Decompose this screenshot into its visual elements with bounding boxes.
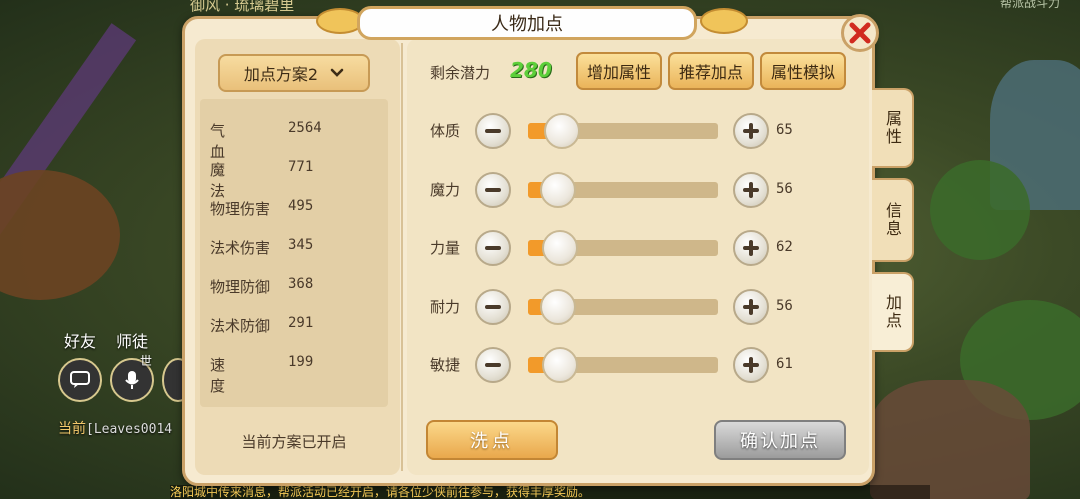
stat-value: 368 [288, 276, 314, 292]
stat-row: 速度 199 [210, 354, 314, 395]
increase-button[interactable] [733, 172, 769, 208]
minus-icon [485, 188, 501, 192]
attribute-value: 62 [776, 239, 793, 255]
stat-value: 771 [288, 159, 314, 175]
world-channel-label: 世 [140, 354, 153, 368]
plan-status-text: 当前方案已开启 [241, 433, 347, 451]
stat-label: 法术防御 [210, 317, 271, 335]
master-label[interactable]: 师徒 [116, 328, 148, 352]
simulate-attributes-button[interactable]: 属性模拟 [760, 52, 846, 90]
plan-dropdown-label: 加点方案2 [243, 65, 319, 84]
stat-row: 物理伤害 495 [210, 198, 313, 220]
chat-line: 当前[Leaves0014 [58, 418, 172, 438]
tab-attributes[interactable]: 属性 [872, 88, 914, 168]
minus-icon [485, 363, 501, 367]
attribute-label: 体质 [430, 122, 461, 140]
stat-value: 2564 [288, 120, 322, 136]
stat-label: 气血 [210, 122, 254, 161]
attribute-label: 敏捷 [430, 356, 461, 374]
stat-label: 法术伤害 [210, 239, 271, 257]
minus-icon [485, 305, 501, 309]
increase-button[interactable] [733, 230, 769, 266]
decrease-button[interactable] [475, 230, 511, 266]
chat-icon[interactable] [58, 358, 102, 402]
building-roof [870, 380, 1030, 499]
stat-row: 气血 2564 [210, 120, 322, 161]
stat-value: 199 [288, 354, 314, 370]
plus-icon-vertical [749, 123, 753, 139]
stat-value: 291 [288, 315, 314, 331]
attribute-value: 61 [776, 356, 793, 372]
stat-label: 物理伤害 [210, 200, 271, 218]
plus-icon-vertical [749, 182, 753, 198]
stat-row: 物理防御 368 [210, 276, 313, 298]
decrease-button[interactable] [475, 347, 511, 383]
stat-row: 魔法 771 [210, 159, 314, 200]
attribute-slider-knob[interactable] [540, 289, 576, 325]
stat-row: 法术伤害 345 [210, 237, 313, 259]
confirm-points-button[interactable]: 确认加点 [714, 420, 846, 460]
tab-add-points[interactable]: 加点 [872, 272, 914, 352]
attribute-value: 56 [776, 298, 793, 314]
attribute-value: 56 [776, 181, 793, 197]
tree [930, 160, 1030, 260]
stat-label: 物理防御 [210, 278, 271, 296]
reset-points-button[interactable]: 洗点 [426, 420, 558, 460]
close-x-icon [849, 22, 871, 44]
increase-button[interactable] [733, 347, 769, 383]
tab-info[interactable]: 信息 [872, 178, 914, 262]
potential-value: 280 [510, 58, 552, 82]
attribute-label: 耐力 [430, 298, 461, 316]
minus-icon [485, 129, 501, 133]
location-name: 御风 · 琉璃碧里 [190, 0, 295, 14]
banner-right-ornament [700, 8, 748, 34]
decrease-button[interactable] [475, 113, 511, 149]
close-button[interactable] [841, 14, 879, 52]
increase-button[interactable] [733, 289, 769, 325]
attribute-slider-knob[interactable] [542, 230, 578, 266]
decrease-button[interactable] [475, 172, 511, 208]
stat-row: 法术防御 291 [210, 315, 313, 337]
plus-icon-vertical [749, 299, 753, 315]
chat-user: [Leaves0014 [86, 422, 173, 437]
add-attribute-button[interactable]: 增加属性 [576, 52, 662, 90]
friends-label[interactable]: 好友 [64, 328, 96, 352]
attribute-label: 力量 [430, 239, 461, 257]
dialog-title: 人物加点 [357, 6, 697, 40]
decrease-button[interactable] [475, 289, 511, 325]
pane-divider [401, 43, 403, 471]
plus-icon-vertical [749, 357, 753, 373]
increase-button[interactable] [733, 113, 769, 149]
minus-icon [485, 246, 501, 250]
chevron-down-icon [330, 68, 344, 77]
stat-label: 速度 [210, 356, 254, 395]
plan-dropdown[interactable]: 加点方案2 [218, 54, 370, 92]
stat-label: 魔法 [210, 161, 254, 200]
plus-icon-vertical [749, 240, 753, 256]
guild-power-text: 帮派战斗力 [999, 0, 1060, 10]
attribute-slider-knob[interactable] [542, 347, 578, 383]
attribute-slider-knob[interactable] [540, 172, 576, 208]
stat-value: 345 [288, 237, 314, 253]
attribute-slider-knob[interactable] [544, 113, 580, 149]
recommend-points-button[interactable]: 推荐加点 [668, 52, 754, 90]
attribute-value: 65 [776, 122, 793, 138]
attribute-label: 魔力 [430, 181, 461, 199]
news-ticker: 洛阳城中传来消息，帮派活动已经开启，请各位少侠前往参与，获得丰厚奖励。 [170, 485, 930, 499]
stat-value: 495 [288, 198, 314, 214]
chat-channel: 当前 [58, 421, 86, 437]
right-pane [407, 39, 869, 475]
potential-label: 剩余潜力 [430, 64, 491, 82]
